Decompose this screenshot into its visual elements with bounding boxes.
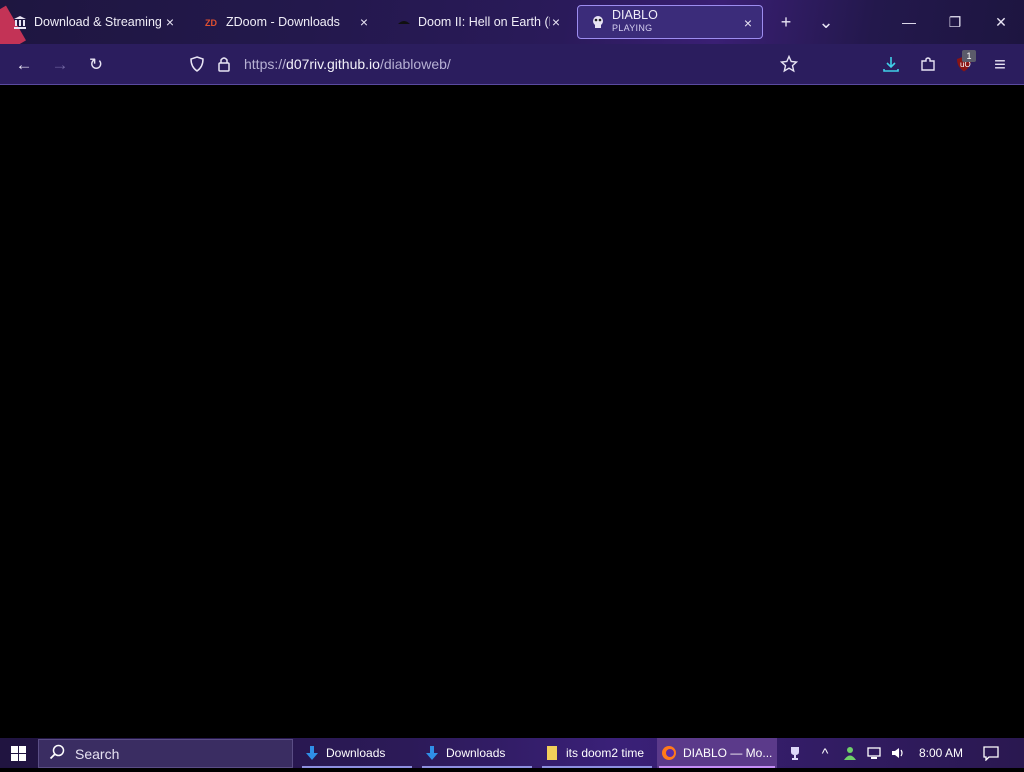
close-window-button[interactable]: ✕ [978,8,1024,36]
extensions-icon[interactable] [919,55,937,78]
firefox-icon [661,745,677,761]
navigation-toolbar: ← → ↻ https://d07riv.github.io/diabloweb… [0,44,1024,85]
page-content-canvas[interactable] [0,85,1024,738]
back-button[interactable]: ← [11,52,37,78]
volume-icon[interactable] [888,738,908,768]
library-icon [12,14,28,30]
taskbar-item-label: its doom2 time [566,746,645,760]
taskbar-item-its-doom2-time[interactable]: its doom2 time [540,738,654,768]
taskbar-item-label: Downloads [446,746,506,760]
user-account-icon[interactable] [840,738,860,768]
tab-doom-ii[interactable]: Doom II: Hell on Earth (D × [384,5,570,39]
start-button[interactable] [0,738,36,768]
browser-window: Download & Streaming : In × ZD ZDoom - D… [0,0,1024,738]
zdoom-icon: ZD [204,14,220,30]
forward-button[interactable]: → [47,52,73,78]
tab-title: DIABLO [612,9,658,22]
taskbar-clock[interactable]: 8:00 AM [912,738,970,768]
tab-close-icon[interactable]: × [548,14,564,30]
diablo-icon [590,14,606,30]
network-icon[interactable] [864,738,884,768]
svg-text:ZD: ZD [205,18,217,28]
download-arrow-icon [424,745,440,761]
notification-center-icon[interactable] [980,738,1002,768]
url-path: /diabloweb/ [379,56,451,72]
tracking-protection-shield-icon[interactable] [188,55,206,78]
tab-diablo[interactable]: DIABLO PLAYING × [577,5,763,39]
download-arrow-icon [304,745,320,761]
minimize-button[interactable]: — [886,8,932,36]
tab-zdoom-downloads[interactable]: ZD ZDoom - Downloads × [192,5,378,39]
taskbar-search-box[interactable]: Search [38,739,293,768]
new-tab-button[interactable]: + [774,10,798,34]
app-menu-button[interactable]: ≡ [987,52,1013,78]
tab-close-icon[interactable]: × [740,15,756,31]
tab-bar: Download & Streaming : In × ZD ZDoom - D… [0,0,1024,44]
lock-icon[interactable] [216,55,232,78]
doom-icon [396,14,412,30]
tab-close-icon[interactable]: × [162,14,178,30]
url-bar[interactable]: https://d07riv.github.io/diabloweb/ [182,49,806,79]
blocked-count-badge: 1 [962,50,976,62]
show-hidden-icons-chevron-icon[interactable]: ^ [814,738,836,768]
tab-title: Download & Streaming : In [34,15,164,29]
windows-taskbar: Search Downloads Downloads its doom2 tim… [0,738,1024,768]
search-icon [49,744,65,764]
taskbar-item-label: Downloads [326,746,386,760]
taskbar-item-label: DIABLO — Mo... [683,746,773,760]
tab-title: ZDoom - Downloads [226,15,340,29]
taskbar-item-downloads-2[interactable]: Downloads [420,738,534,768]
tab-download-streaming[interactable]: Download & Streaming : In × [0,5,184,39]
restore-button[interactable]: ❐ [932,8,978,36]
search-placeholder: Search [75,745,120,762]
taskbar-item-downloads-1[interactable]: Downloads [300,738,414,768]
trophy-app-icon[interactable] [783,738,807,768]
url-host: d07riv.github.io [286,56,380,72]
list-all-tabs-button[interactable]: ⌄ [814,10,838,34]
windows-logo-icon [10,745,26,761]
tab-close-icon[interactable]: × [356,14,372,30]
folder-icon [544,745,560,761]
url-text[interactable]: https://d07riv.github.io/diabloweb/ [244,56,451,72]
taskbar-item-firefox-diablo[interactable]: DIABLO — Mo... [657,738,777,768]
bookmark-star-icon[interactable] [779,54,799,78]
tab-title: Doom II: Hell on Earth (D [418,15,550,29]
downloads-icon[interactable] [882,55,900,78]
tab-playing-label: PLAYING [612,23,653,33]
url-scheme: https:// [244,56,287,72]
reload-button[interactable]: ↻ [83,52,109,78]
